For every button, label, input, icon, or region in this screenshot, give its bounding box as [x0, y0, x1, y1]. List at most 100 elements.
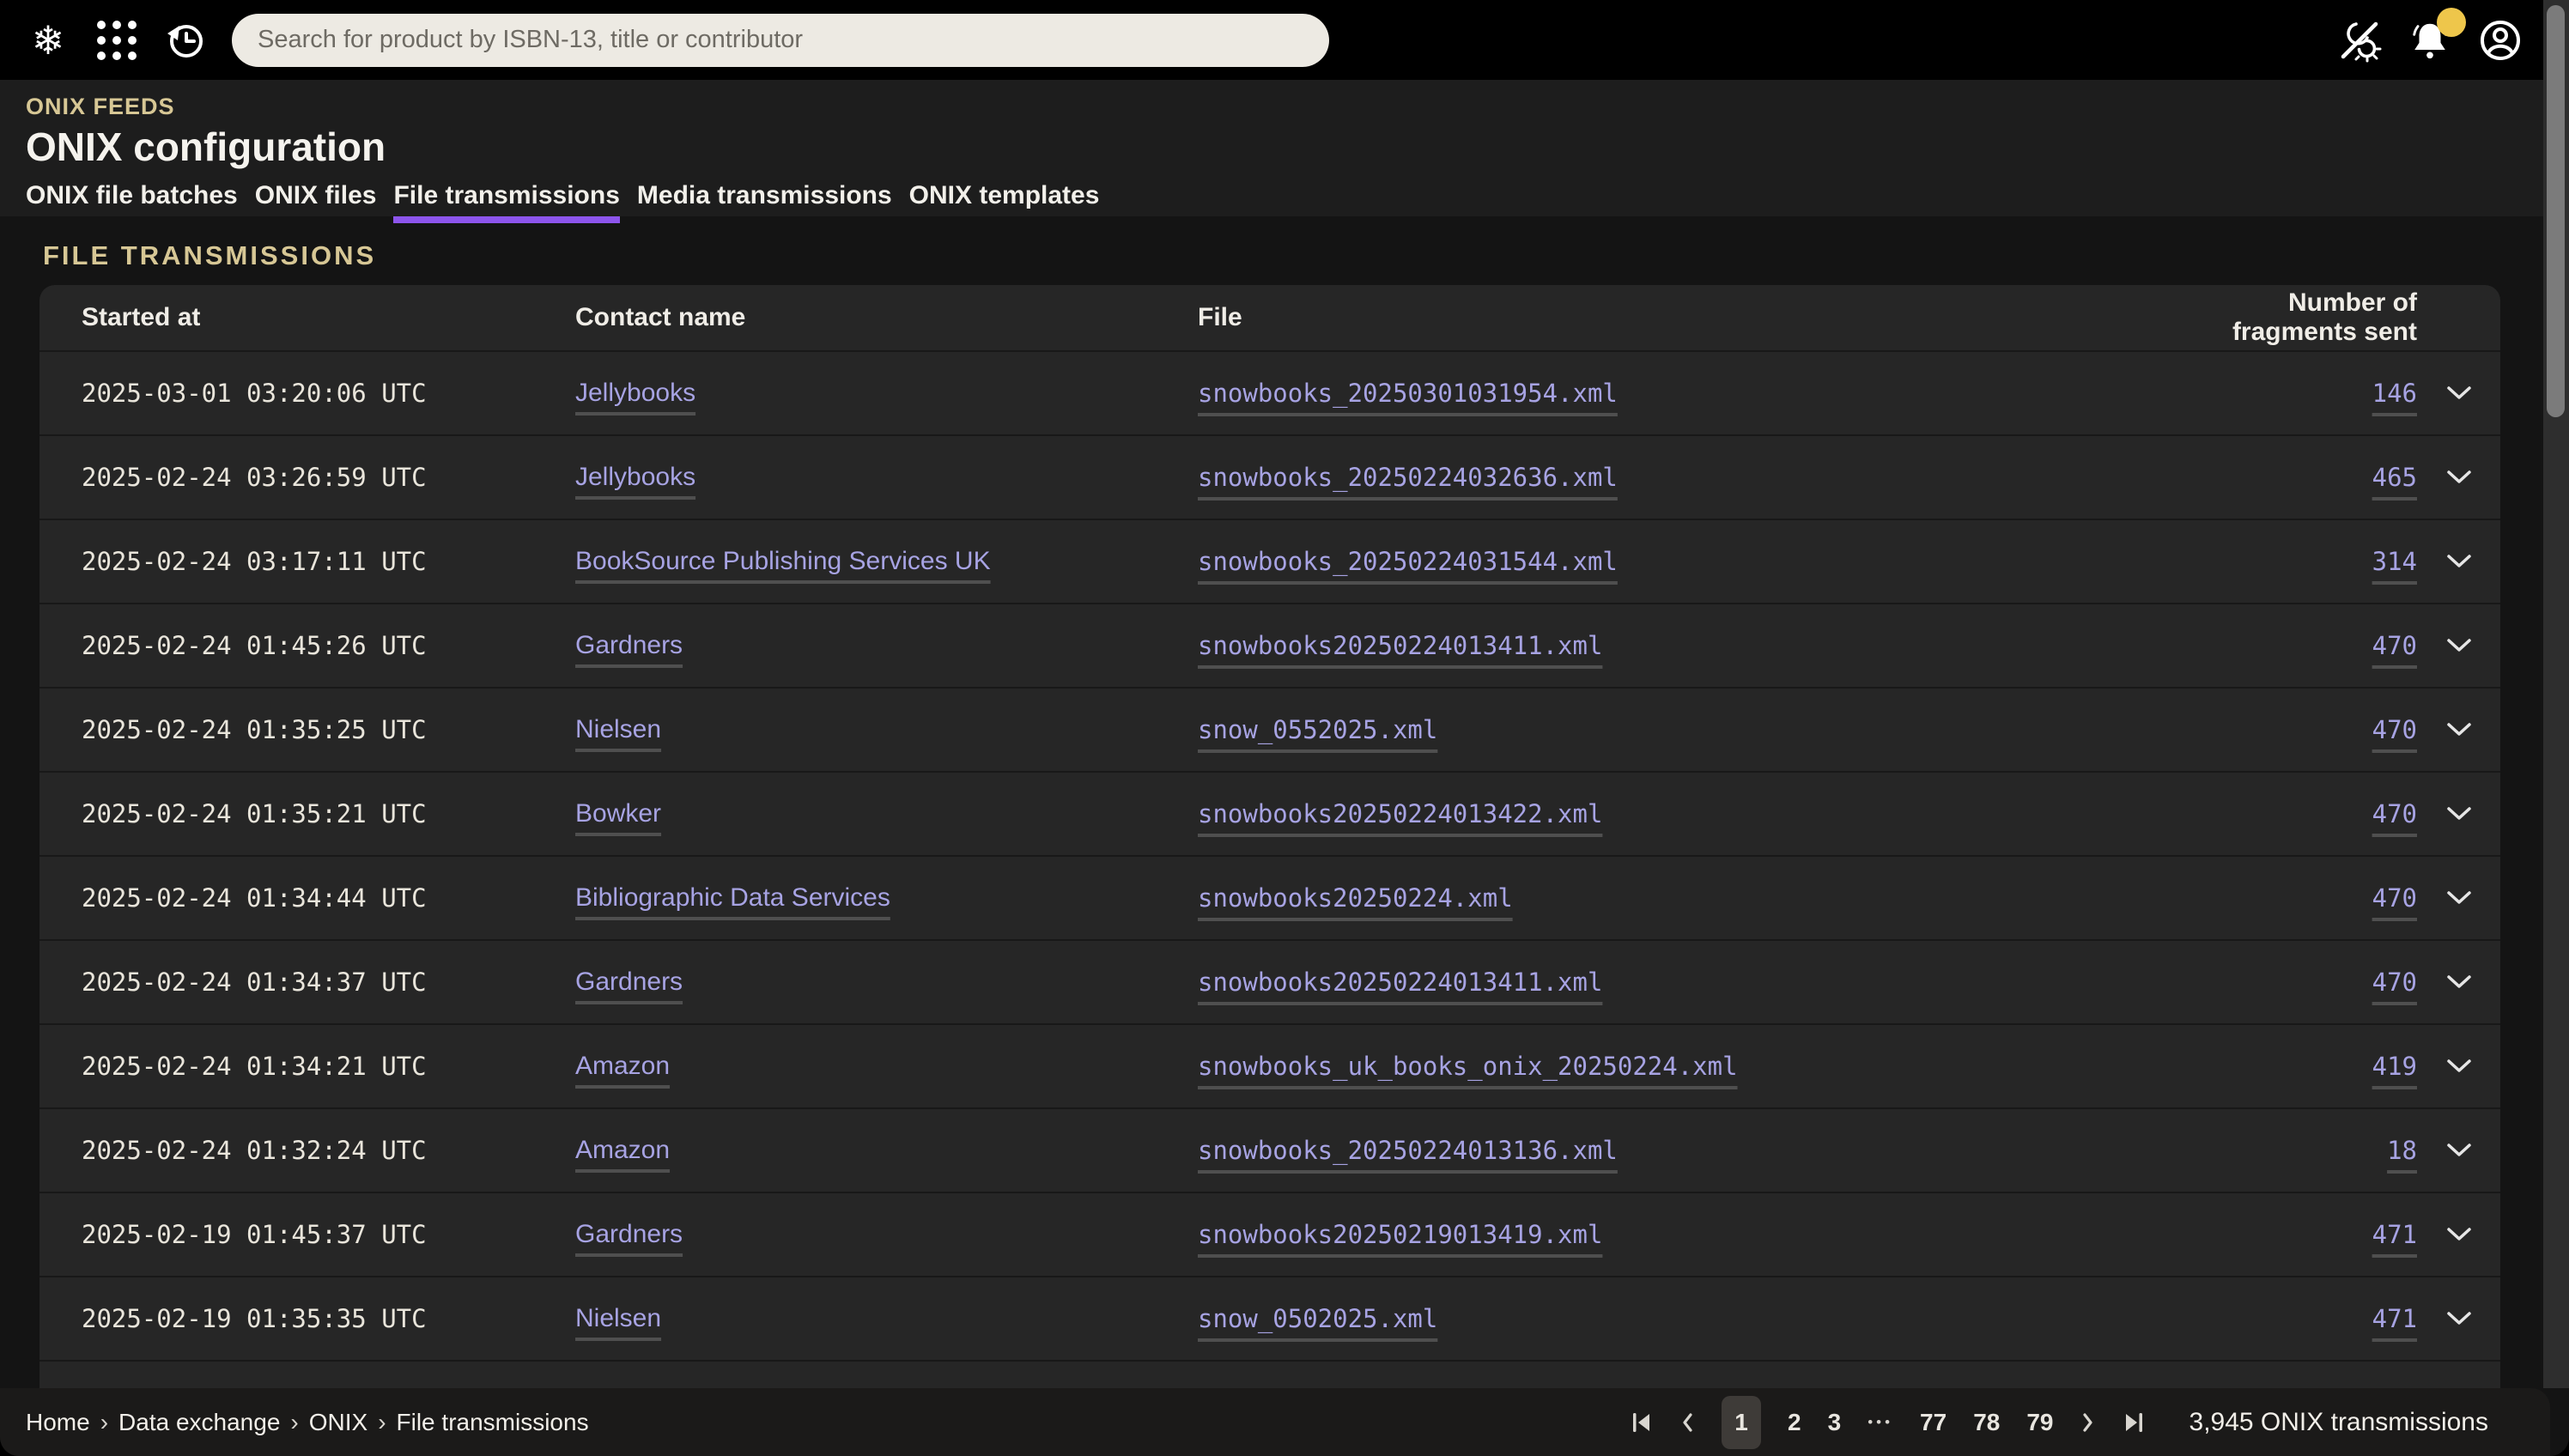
- breadcrumb-file-transmissions: File transmissions: [397, 1409, 589, 1436]
- fragments-link[interactable]: 314: [2372, 547, 2417, 576]
- last-page-button[interactable]: [2123, 1410, 2145, 1435]
- chevron-left-icon: [1679, 1410, 1695, 1435]
- expand-row-button[interactable]: [2417, 638, 2500, 653]
- fragments-link[interactable]: 470: [2372, 715, 2417, 744]
- contact-link[interactable]: Gardners: [575, 631, 683, 659]
- tab-file-transmissions[interactable]: File transmissions: [393, 181, 619, 223]
- previous-page-button[interactable]: [1679, 1410, 1695, 1435]
- file-link[interactable]: snowbooks_20250224013136.xml: [1198, 1136, 1618, 1165]
- fragments-link[interactable]: 146: [2372, 379, 2417, 408]
- page-1-current[interactable]: 1: [1722, 1396, 1761, 1449]
- search-input[interactable]: [232, 14, 1329, 67]
- expand-row-button[interactable]: [2417, 722, 2500, 737]
- grid-dots: [97, 21, 137, 60]
- chevron-down-icon: [2446, 638, 2472, 653]
- last-page-icon: [2123, 1410, 2145, 1435]
- expand-row-button[interactable]: [2417, 1311, 2500, 1326]
- table-row: 2025-02-24 01:34:37 UTC Gardners snowboo…: [39, 939, 2500, 1023]
- fragments-link[interactable]: 471: [2372, 1304, 2417, 1333]
- page-3[interactable]: 3: [1828, 1409, 1842, 1436]
- dark-mode-toggle-icon[interactable]: [2335, 16, 2384, 64]
- fragments-link[interactable]: 470: [2372, 631, 2417, 660]
- breadcrumb-data-exchange[interactable]: Data exchange: [118, 1409, 280, 1436]
- fragments-link[interactable]: 18: [2387, 1136, 2417, 1165]
- contact-link[interactable]: Jellybooks: [575, 379, 695, 407]
- breadcrumb-separator: ›: [290, 1409, 298, 1436]
- fragments-link[interactable]: 471: [2372, 1220, 2417, 1249]
- apps-grid-icon[interactable]: [93, 16, 141, 64]
- contact-link[interactable]: Nielsen: [575, 715, 661, 743]
- next-page-button[interactable]: [2080, 1410, 2096, 1435]
- started-at-value: 2025-02-24 01:45:26 UTC: [82, 631, 575, 660]
- tab-onix-file-batches[interactable]: ONIX file batches: [26, 181, 238, 223]
- chevron-down-icon: [2446, 806, 2472, 822]
- contact-link[interactable]: Amazon: [575, 1136, 670, 1164]
- top-bar: ❄: [0, 0, 2569, 80]
- file-link[interactable]: snowbooks20250224013411.xml: [1198, 968, 1602, 997]
- pagination: 1 2 3 ••• 77 78 79: [1631, 1396, 2144, 1449]
- file-link[interactable]: snowbooks20250224013422.xml: [1198, 799, 1602, 828]
- file-link[interactable]: snowbooks_uk_books_onix_20250224.xml: [1198, 1052, 1738, 1081]
- contact-link[interactable]: Jellybooks: [575, 463, 695, 491]
- notifications-bell-icon[interactable]: [2406, 16, 2454, 64]
- file-link[interactable]: snow_0502025.xml: [1198, 1304, 1437, 1333]
- contact-link[interactable]: BookSource Publishing Services UK: [575, 547, 991, 575]
- chevron-down-icon: [2446, 1143, 2472, 1158]
- started-at-value: 2025-02-24 01:34:37 UTC: [82, 968, 575, 997]
- file-link[interactable]: snowbooks_20250301031954.xml: [1198, 379, 1618, 408]
- file-link[interactable]: snowbooks_20250224032636.xml: [1198, 463, 1618, 492]
- expand-row-button[interactable]: [2417, 806, 2500, 822]
- breadcrumb-onix[interactable]: ONIX: [309, 1409, 367, 1436]
- table-row: 2025-02-24 01:35:21 UTC Bowker snowbooks…: [39, 771, 2500, 855]
- started-at-value: 2025-02-24 03:26:59 UTC: [82, 463, 575, 492]
- tab-onix-files[interactable]: ONIX files: [255, 181, 377, 223]
- table-row: 2025-02-24 01:35:25 UTC Nielsen snow_055…: [39, 687, 2500, 771]
- fragments-link[interactable]: 470: [2372, 883, 2417, 913]
- fragments-link[interactable]: 465: [2372, 463, 2417, 492]
- first-page-button[interactable]: [1631, 1410, 1653, 1435]
- expand-row-button[interactable]: [2417, 1227, 2500, 1242]
- file-link[interactable]: snowbooks20250224.xml: [1198, 883, 1513, 913]
- file-link[interactable]: snowbooks_20250224031544.xml: [1198, 547, 1618, 576]
- contact-link[interactable]: Gardners: [575, 1220, 683, 1248]
- expand-row-button[interactable]: [2417, 554, 2500, 569]
- contact-link[interactable]: Gardners: [575, 968, 683, 996]
- total-transmissions-count: 3,945 ONIX transmissions: [2189, 1408, 2488, 1437]
- breadcrumb-home[interactable]: Home: [26, 1409, 90, 1436]
- expand-row-button[interactable]: [2417, 385, 2500, 401]
- table-row: 2025-02-24 01:32:24 UTC Amazon snowbooks…: [39, 1107, 2500, 1192]
- expand-row-button[interactable]: [2417, 1059, 2500, 1074]
- file-link[interactable]: snowbooks20250219013419.xml: [1198, 1220, 1602, 1249]
- fragments-link[interactable]: 470: [2372, 968, 2417, 997]
- tab-media-transmissions[interactable]: Media transmissions: [637, 181, 892, 223]
- contact-link[interactable]: Bowker: [575, 799, 661, 828]
- page-2[interactable]: 2: [1788, 1409, 1801, 1436]
- account-avatar-icon[interactable]: [2476, 16, 2524, 64]
- expand-row-button[interactable]: [2417, 974, 2500, 990]
- fragments-link[interactable]: 419: [2372, 1052, 2417, 1081]
- contact-link[interactable]: Nielsen: [575, 1304, 661, 1332]
- contact-link[interactable]: Bibliographic Data Services: [575, 883, 890, 912]
- search-container: [232, 14, 1329, 67]
- scrollbar-thumb[interactable]: [2547, 5, 2565, 417]
- history-icon[interactable]: [161, 16, 210, 64]
- expand-row-button[interactable]: [2417, 1143, 2500, 1158]
- tab-onix-templates[interactable]: ONIX templates: [909, 181, 1100, 223]
- page-77[interactable]: 77: [1920, 1409, 1946, 1436]
- page-79[interactable]: 79: [2026, 1409, 2053, 1436]
- main-content: FILE TRANSMISSIONS Started at Contact na…: [0, 216, 2569, 1456]
- expand-row-button[interactable]: [2417, 470, 2500, 485]
- chevron-down-icon: [2446, 974, 2472, 990]
- snowflake-logo-icon[interactable]: ❄: [24, 16, 72, 64]
- fragments-link[interactable]: 470: [2372, 799, 2417, 828]
- breadcrumb-eyebrow[interactable]: ONIX FEEDS: [26, 94, 2569, 120]
- contact-link[interactable]: Amazon: [575, 1052, 670, 1080]
- started-at-value: 2025-03-01 03:20:06 UTC: [82, 379, 575, 408]
- tab-bar: ONIX file batches ONIX files File transm…: [26, 181, 2569, 223]
- bottom-bar: Home › Data exchange › ONIX › File trans…: [0, 1388, 2550, 1456]
- expand-row-button[interactable]: [2417, 890, 2500, 906]
- page-78[interactable]: 78: [1973, 1409, 2000, 1436]
- file-link[interactable]: snowbooks20250224013411.xml: [1198, 631, 1602, 660]
- file-link[interactable]: snow_0552025.xml: [1198, 715, 1437, 744]
- chevron-down-icon: [2446, 470, 2472, 485]
